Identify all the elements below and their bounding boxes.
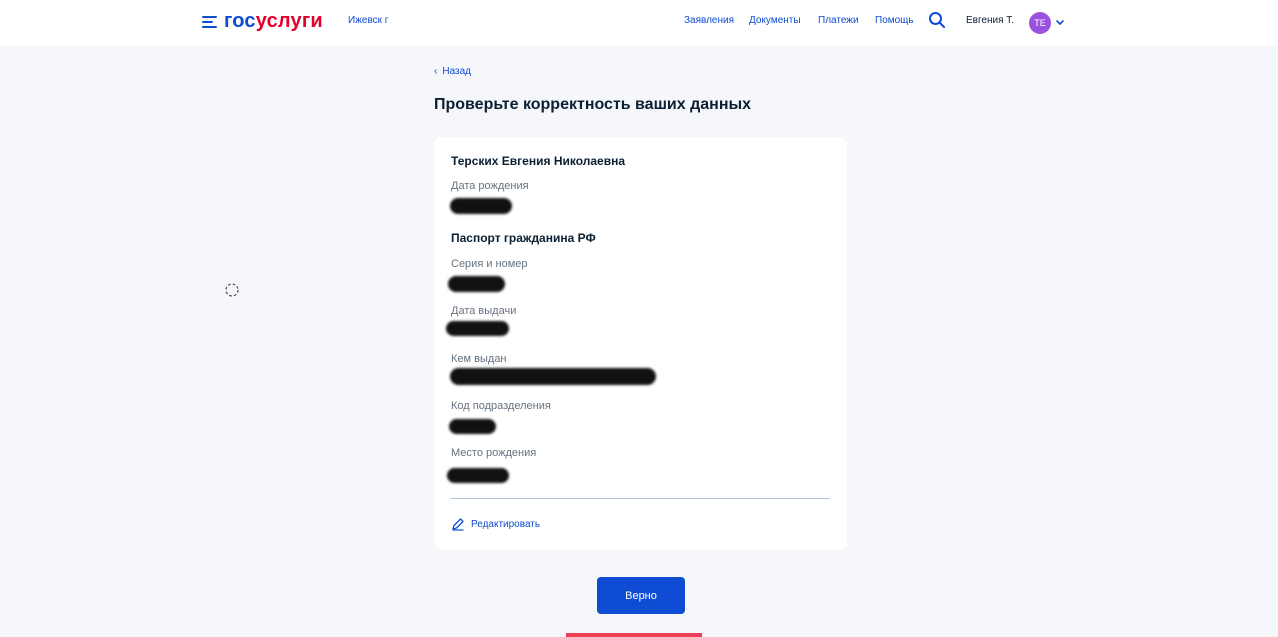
bottom-indicator <box>566 633 702 637</box>
department-code-label: Код подразделения <box>451 400 551 412</box>
redacted-birth-date <box>450 198 512 214</box>
redacted-issued-by <box>450 368 656 385</box>
divider <box>451 498 830 499</box>
nav-help[interactable]: Помощь <box>875 15 914 26</box>
chevron-left-icon: ‹ <box>434 66 438 77</box>
page-title: Проверьте корректность ваших данных <box>434 96 752 113</box>
menu-icon[interactable] <box>202 16 217 28</box>
birth-place-label: Место рождения <box>451 447 537 459</box>
loading-spinner-icon <box>225 283 239 297</box>
chevron-down-icon[interactable] <box>1055 18 1065 28</box>
redacted-birth-place <box>447 468 509 483</box>
logo-part-gos: гос <box>224 10 256 32</box>
pencil-icon <box>452 518 464 531</box>
issued-by-label: Кем выдан <box>451 353 507 365</box>
full-name: Терских Евгения Николаевна <box>451 154 626 168</box>
avatar[interactable]: ТЕ <box>1029 12 1051 34</box>
top-header: госуслуги Ижевск г Заявления Документы П… <box>0 0 1278 46</box>
nav-documents[interactable]: Документы <box>749 15 801 26</box>
back-link[interactable]: ‹ Назад <box>434 66 471 77</box>
redacted-series-number <box>448 276 505 292</box>
confirm-button[interactable]: Верно <box>597 577 685 614</box>
nav-payments[interactable]: Платежи <box>818 15 859 26</box>
redacted-issue-date <box>446 321 509 336</box>
search-icon[interactable] <box>928 11 946 29</box>
edit-link[interactable]: Редактировать <box>451 517 540 531</box>
passport-section-title: Паспорт гражданина РФ <box>451 231 596 245</box>
gosuslugi-logo[interactable]: госуслуги <box>224 9 323 33</box>
logo-part-uslugi: услуги <box>255 10 323 32</box>
back-label: Назад <box>442 66 471 77</box>
birth-date-label: Дата рождения <box>451 180 529 192</box>
nav-applications[interactable]: Заявления <box>684 15 734 26</box>
issue-date-label: Дата выдачи <box>451 305 517 317</box>
redacted-department-code <box>449 419 496 434</box>
city-selector[interactable]: Ижевск г <box>348 15 388 26</box>
user-name[interactable]: Евгения Т. <box>966 15 1014 26</box>
series-number-label: Серия и номер <box>451 258 528 270</box>
edit-label: Редактировать <box>471 518 541 530</box>
personal-data-card: Терских Евгения Николаевна Дата рождения… <box>434 137 847 550</box>
